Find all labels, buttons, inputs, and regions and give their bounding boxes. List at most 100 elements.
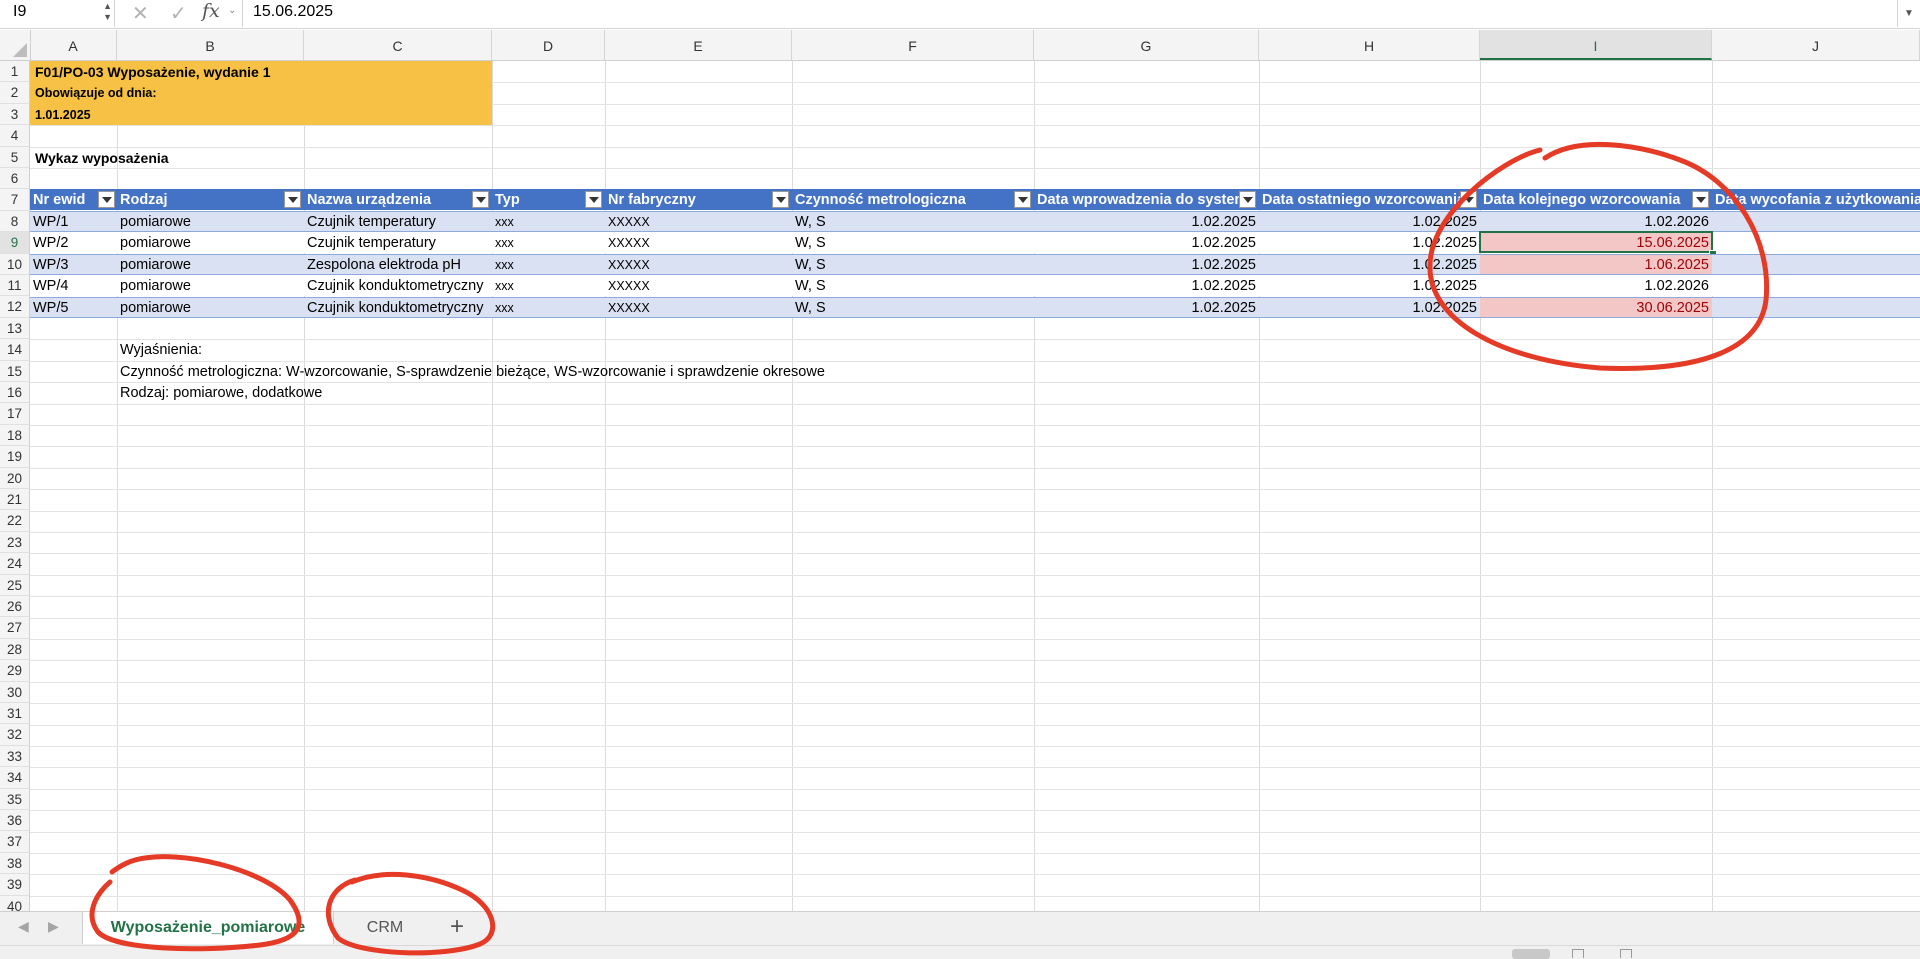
formula-input[interactable]: 15.06.2025 (253, 3, 333, 21)
row-header[interactable]: 24 (0, 553, 30, 575)
cell-fabr[interactable]: XXXXX (605, 297, 653, 318)
filter-dropdown-icon[interactable] (1014, 191, 1031, 208)
filter-dropdown-icon[interactable] (1460, 191, 1477, 208)
filter-dropdown-icon[interactable] (772, 191, 789, 208)
cell-typ[interactable]: xxx (492, 297, 517, 318)
cell-kolejne[interactable]: 1.02.2026 (1480, 275, 1712, 296)
row-header[interactable]: 2 (0, 82, 30, 104)
cell-ostatnie[interactable]: 1.02.2025 (1259, 211, 1480, 232)
cell-nr[interactable]: WP/5 (30, 297, 71, 318)
cell-czynnosc[interactable]: W, S (792, 275, 829, 296)
cell-rodzaj[interactable]: pomiarowe (117, 275, 194, 296)
scroll-tabs-right-icon[interactable]: ▶ (48, 918, 59, 935)
cell-wprow[interactable]: 1.02.2025 (1034, 232, 1259, 253)
worksheet-grid[interactable]: F01/PO-03 Wyposażenie, wydanie 1 Obowiąz… (0, 61, 1920, 911)
th-data-wprowadzenia[interactable]: Data wprowadzenia do systemu (1034, 189, 1241, 210)
cell-fabr[interactable]: XXXXX (605, 211, 653, 232)
chevron-down-icon[interactable]: ⌄ (228, 5, 236, 16)
cell-czynnosc[interactable]: W, S (792, 211, 829, 232)
active-cell-selection[interactable] (1479, 231, 1713, 253)
cell-nr[interactable]: WP/2 (30, 232, 71, 253)
cell-czynnosc[interactable]: W, S (792, 254, 829, 275)
cell-fabr[interactable]: XXXXX (605, 232, 653, 253)
document-title[interactable]: F01/PO-03 Wyposażenie, wydanie 1 (32, 61, 274, 82)
cell-nazwa[interactable]: Czujnik temperatury (304, 232, 439, 253)
row-header[interactable]: 3 (0, 103, 30, 126)
row-header[interactable]: 32 (0, 724, 30, 746)
cell-wprow[interactable]: 1.02.2025 (1034, 297, 1259, 318)
notes-heading[interactable]: Wyjaśnienia: (117, 339, 205, 360)
cell-nr[interactable]: WP/1 (30, 211, 71, 232)
column-header-e[interactable]: E (605, 30, 792, 60)
row-header[interactable]: 16 (0, 382, 30, 404)
cell-nr[interactable]: WP/3 (30, 254, 71, 275)
cell-ostatnie[interactable]: 1.02.2025 (1259, 297, 1480, 318)
column-header-c[interactable]: C (304, 30, 492, 60)
insert-function-icon[interactable]: fx (202, 0, 220, 22)
th-data-wycofania[interactable]: Data wycofania z użytkowania (1712, 189, 1920, 210)
row-header[interactable]: 33 (0, 745, 30, 768)
cell-rodzaj[interactable]: pomiarowe (117, 297, 194, 318)
cell-ostatnie[interactable]: 1.02.2025 (1259, 275, 1480, 296)
cell-czynnosc[interactable]: W, S (792, 297, 829, 318)
column-header-g[interactable]: G (1034, 30, 1259, 60)
cell-typ[interactable]: xxx (492, 211, 517, 232)
cell-nazwa[interactable]: Zespolona elektroda pH (304, 254, 464, 275)
th-czynnosc-metrologiczna[interactable]: Czynność metrologiczna (792, 189, 1034, 210)
row-header[interactable]: 25 (0, 574, 30, 596)
valid-from-date[interactable]: 1.01.2025 (32, 104, 94, 125)
page-break-view-icon[interactable] (1620, 949, 1632, 958)
filter-dropdown-icon[interactable] (472, 191, 489, 208)
row-header[interactable]: 22 (0, 510, 30, 532)
row-header[interactable]: 37 (0, 831, 30, 853)
row-header[interactable]: 10 (0, 253, 30, 275)
cell-rodzaj[interactable]: pomiarowe (117, 232, 194, 253)
row-header[interactable]: 13 (0, 317, 30, 340)
row-header[interactable]: 18 (0, 424, 30, 447)
name-box-stepper-icon[interactable]: ▲ ▼ (103, 1, 112, 23)
cell-kolejne[interactable]: 1.02.2026 (1480, 211, 1712, 232)
add-sheet-icon[interactable]: + (450, 913, 464, 941)
cell-nazwa[interactable]: Czujnik temperatury (304, 211, 439, 232)
row-header[interactable]: 21 (0, 489, 30, 511)
filter-dropdown-icon[interactable] (98, 191, 115, 208)
sheet-tab-crm[interactable]: CRM (332, 912, 438, 944)
section-title[interactable]: Wykaz wyposażenia (32, 147, 172, 168)
row-header[interactable]: 14 (0, 339, 30, 361)
row-header[interactable]: 34 (0, 767, 30, 789)
row-header[interactable]: 7 (0, 189, 30, 211)
row-header[interactable]: 15 (0, 360, 30, 382)
cell-nr[interactable]: WP/4 (30, 275, 71, 296)
row-header[interactable]: 5 (0, 146, 30, 168)
cell-kolejne[interactable]: 1.06.2025 (1480, 254, 1712, 275)
cell-rodzaj[interactable]: pomiarowe (117, 254, 194, 275)
cell-nazwa[interactable]: Czujnik konduktometryczny (304, 297, 487, 318)
row-header[interactable]: 4 (0, 125, 30, 147)
cell-fabr[interactable]: XXXXX (605, 275, 653, 296)
cell-typ[interactable]: xxx (492, 232, 517, 253)
cell-kolejne[interactable]: 30.06.2025 (1480, 297, 1712, 318)
row-header[interactable]: 36 (0, 810, 30, 832)
row-header[interactable]: 1 (0, 61, 30, 83)
notes-line-2[interactable]: Rodzaj: pomiarowe, dodatkowe (117, 382, 325, 403)
filter-dropdown-icon[interactable] (1692, 191, 1709, 208)
th-data-ostatniego[interactable]: Data ostatniego wzorcowania (1259, 189, 1462, 210)
column-header-h[interactable]: H (1259, 30, 1480, 60)
select-all-button[interactable] (0, 30, 31, 60)
enter-check-icon[interactable]: ✓ (170, 1, 187, 26)
th-nr-fabryczny[interactable]: Nr fabryczny (605, 189, 792, 210)
row-header[interactable]: 26 (0, 596, 30, 618)
cell-czynnosc[interactable]: W, S (792, 232, 829, 253)
valid-from-label[interactable]: Obowiązuje od dnia: (32, 82, 160, 103)
column-header-a[interactable]: A (30, 30, 117, 60)
row-header[interactable]: 6 (0, 168, 30, 190)
row-header[interactable]: 35 (0, 788, 30, 810)
row-header[interactable]: 38 (0, 852, 30, 875)
column-header-f[interactable]: F (792, 30, 1034, 60)
row-header[interactable]: 29 (0, 660, 30, 682)
filter-dropdown-icon[interactable] (284, 191, 301, 208)
column-header-i[interactable]: I (1480, 30, 1712, 60)
row-header[interactable]: 31 (0, 703, 30, 725)
row-header-selected[interactable]: 9 (0, 232, 30, 254)
cell-typ[interactable]: xxx (492, 254, 517, 275)
